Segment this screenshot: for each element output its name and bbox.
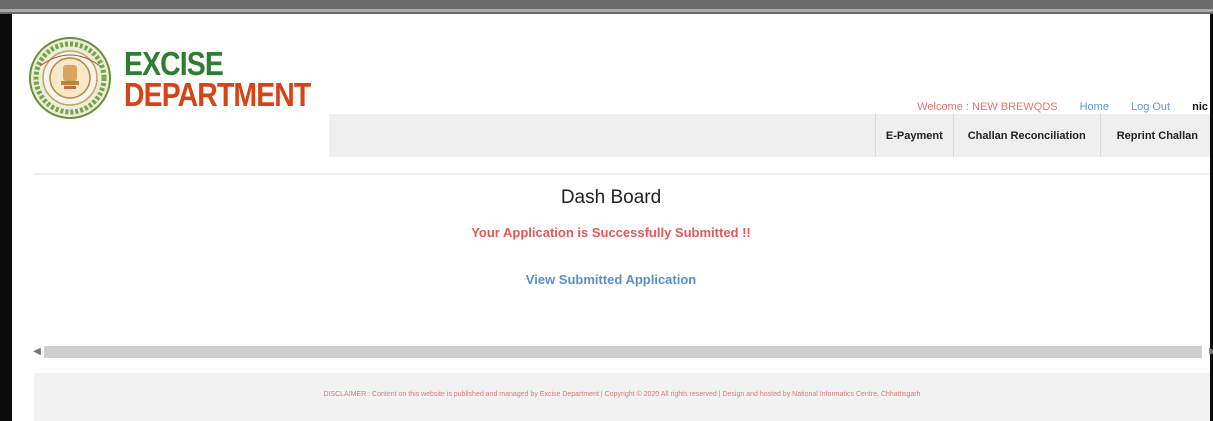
success-message: Your Application is Successfully Submitt… xyxy=(471,225,751,240)
page-content: EXCISE DEPARTMENT Welcome : NEW BREWQDS … xyxy=(12,14,1213,421)
scroll-left-icon[interactable]: ◀ xyxy=(32,345,42,359)
window-top-edge xyxy=(0,0,1213,14)
scroll-right-icon[interactable]: ▶ xyxy=(1208,345,1213,359)
main-menu: E-Payment Challan Reconciliation Reprint… xyxy=(874,114,1210,157)
view-submitted-application-link[interactable]: View Submitted Application xyxy=(12,272,1210,287)
footer-disclaimer: DISCLAIMER : Content on this website is … xyxy=(323,391,921,398)
top-menu-bar: E-Payment Challan Reconciliation Reprint… xyxy=(329,114,1210,157)
brand-line-department: DEPARTMENT xyxy=(124,76,311,113)
window-left-edge xyxy=(0,14,12,421)
brand-title: EXCISE DEPARTMENT xyxy=(124,45,341,113)
scrollbar-thumb[interactable] xyxy=(44,346,1202,358)
menu-item-e-payment[interactable]: E-Payment xyxy=(874,114,953,157)
header-divider xyxy=(34,173,1210,175)
footer: DISCLAIMER : Content on this website is … xyxy=(34,373,1210,421)
menu-item-reprint-challan[interactable]: Reprint Challan xyxy=(1099,114,1210,157)
brand-line-excise: EXCISE xyxy=(124,45,224,82)
welcome-text: Welcome : NEW BREWQDS xyxy=(917,101,1058,113)
state-emblem-seal-icon xyxy=(28,36,112,120)
username-text: nic xyxy=(1192,101,1208,113)
horizontal-scrollbar[interactable]: ◀ ▶ xyxy=(32,345,1213,359)
logout-link[interactable]: Log Out xyxy=(1131,101,1170,113)
menu-item-challan-reconciliation[interactable]: Challan Reconciliation xyxy=(952,114,1100,157)
page-title: Dash Board xyxy=(560,187,662,208)
home-link[interactable]: Home xyxy=(1080,101,1109,113)
